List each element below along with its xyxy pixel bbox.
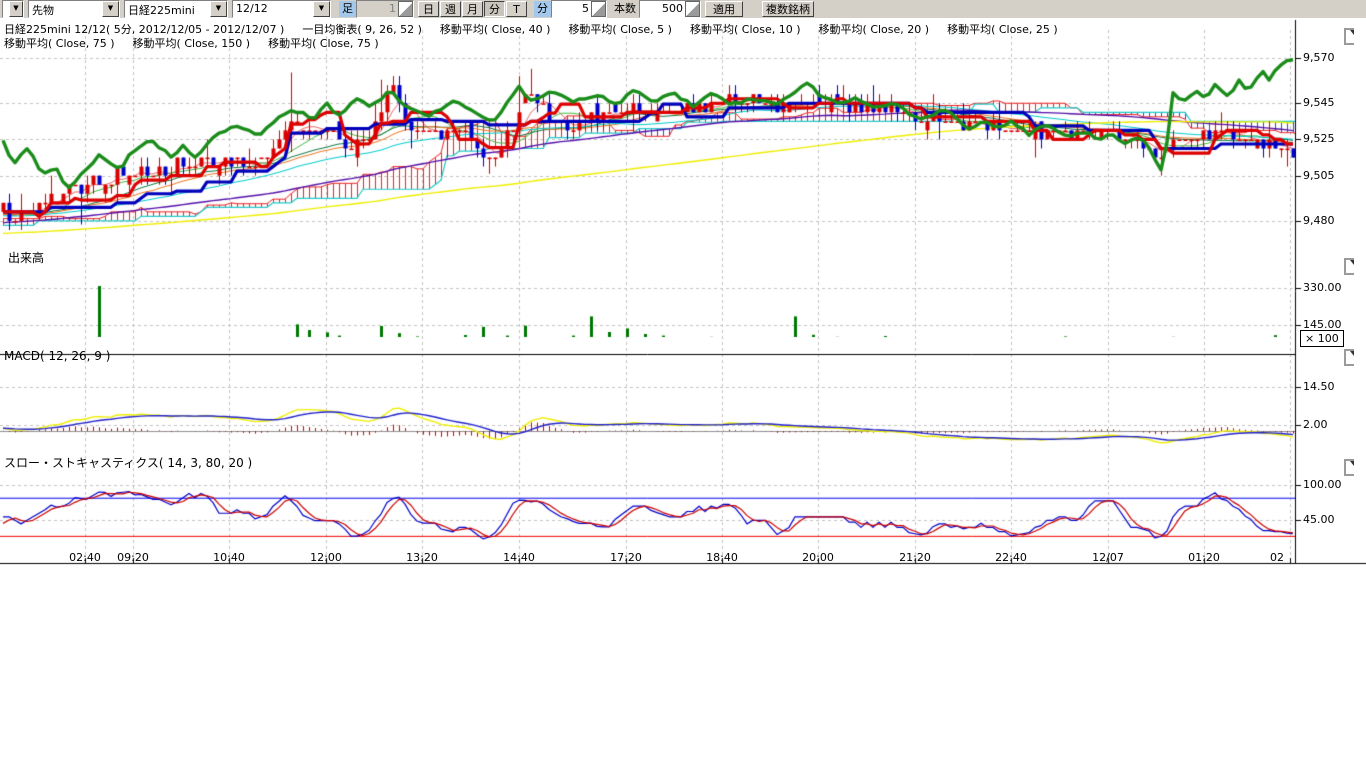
bar-interval-field[interactable]: 1 [356,0,414,18]
chart-legend-row-2: 移動平均( Close, 75 ) 移動平均( Close, 150 ) 移動平均(… [4,35,379,51]
time-axis-label: 20:00 [798,551,838,564]
time-axis-label: 14:40 [499,551,539,564]
period-tick-button[interactable]: T [506,1,527,17]
time-axis-label: 22:40 [991,551,1031,564]
period-week-button[interactable]: 週 [440,1,461,17]
price-pane-button[interactable] [1344,28,1354,45]
stoch-axis-label: 100.00 [1303,478,1342,491]
macd-axis-label: 14.50 [1303,380,1335,393]
period-day-button[interactable]: 日 [418,1,439,17]
stochastics-pane-title: スロー・ストキャスティクス( 14, 3, 80, 20 ) [4,454,252,471]
spin-icon[interactable] [685,1,700,17]
legend-item: 移動平均( Close, 20 ) [819,21,930,37]
time-axis-label: 21:20 [895,551,935,564]
spin-icon[interactable] [398,1,413,17]
time-axis-label: 02 [1252,551,1284,564]
minute-label: 分 [534,1,551,17]
price-axis-label: 9,545 [1303,96,1335,109]
legend-item: 移動平均( Close, 5 ) [568,21,672,37]
period-month-button[interactable]: 月 [462,1,483,17]
time-axis-label: 02:40 [65,551,105,564]
hidden-symbol-combo[interactable]: ▼ [2,0,24,18]
toolbar: ▼ 先物 ▼ 日経225mini ▼ 12/12 ▼ 足 1 日 週 月 分 T… [0,0,1366,19]
date-combo[interactable]: 12/12 ▼ [232,0,331,18]
macd-pane-button[interactable] [1344,349,1354,366]
time-axis-label: 01:20 [1184,551,1224,564]
time-axis-label: 13:20 [402,551,442,564]
price-axis-label: 9,525 [1303,132,1335,145]
time-axis-label: 18:40 [702,551,742,564]
spin-icon[interactable] [591,1,606,17]
volume-multiplier-box: × 100 [1300,330,1344,347]
bar-count-label: 本数 [611,1,639,17]
time-axis-label: 10:40 [209,551,249,564]
multi-symbol-button[interactable]: 複数銘柄 [762,1,814,17]
period-minute-button[interactable]: 分 [484,1,505,17]
time-axis-label: 17:20 [606,551,646,564]
price-axis-label: 9,505 [1303,169,1335,182]
volume-axis-label: 330.00 [1303,281,1342,294]
dropdown-arrow-icon[interactable]: ▼ [210,1,227,17]
price-axis-label: 9,570 [1303,51,1335,64]
stoch-axis-label: 45.00 [1303,513,1335,526]
dropdown-arrow-icon[interactable]: ▼ [313,1,330,17]
symbol-combo-value: 日経225mini [125,1,210,17]
bar-type-label: 足 [339,1,356,17]
symbol-combo[interactable]: 日経225mini ▼ [124,0,228,18]
bar-count-value: 500 [640,1,685,17]
volume-pane-button[interactable] [1344,258,1354,275]
time-axis-label: 12/07 [1088,551,1128,564]
stochastics-pane-button[interactable] [1344,459,1354,476]
dropdown-arrow-icon[interactable]: ▼ [102,1,119,17]
bar-count-field[interactable]: 500 [639,0,701,18]
macd-axis-label: 2.00 [1303,418,1328,431]
legend-item: 移動平均( Close, 10 ) [690,21,801,37]
legend-item: 移動平均( Close, 40 ) [440,21,551,37]
time-axis-label: 12:00 [306,551,346,564]
price-axis-label: 9,480 [1303,214,1335,227]
market-combo-value: 先物 [29,1,102,17]
macd-pane-title: MACD( 12, 26, 9 ) [4,349,110,363]
trading-chart-window: ▼ 先物 ▼ 日経225mini ▼ 12/12 ▼ 足 1 日 週 月 分 T… [0,0,1366,768]
minute-value: 5 [552,1,591,17]
minute-field[interactable]: 5 [551,0,607,18]
legend-item: 移動平均( Close, 150 ) [133,35,251,51]
volume-pane-title: 出来高 [8,249,44,266]
legend-item: 移動平均( Close, 75 ) [268,35,379,51]
apply-button[interactable]: 適用 [705,1,743,17]
market-combo[interactable]: 先物 ▼ [28,0,120,18]
legend-item: 移動平均( Close, 25 ) [947,21,1058,37]
bar-interval-value: 1 [357,1,398,17]
legend-item: 移動平均( Close, 75 ) [4,35,115,51]
date-combo-value: 12/12 [233,1,313,17]
chart-canvas[interactable] [0,18,1366,768]
time-axis-label: 09:20 [113,551,153,564]
dropdown-arrow-icon[interactable]: ▼ [9,1,23,17]
